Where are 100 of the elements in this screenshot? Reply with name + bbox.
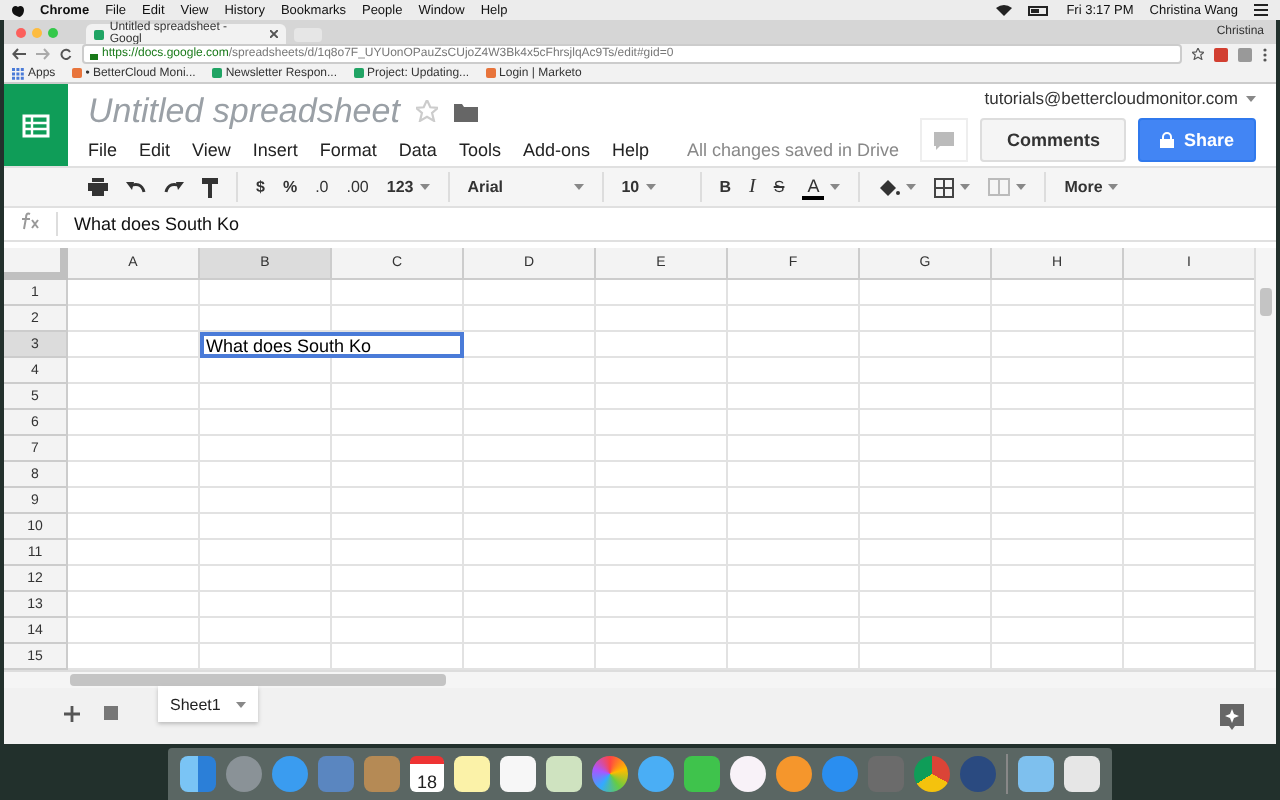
grid-cell[interactable] [332,410,464,436]
grid-cell[interactable] [596,488,728,514]
grid-cell[interactable] [596,306,728,332]
grid-cell[interactable] [332,592,464,618]
share-button[interactable]: Share [1137,118,1256,162]
menu-item[interactable]: View [192,139,231,159]
cell-editor[interactable]: What does South Ko [200,332,464,358]
wifi-icon[interactable] [996,4,1013,16]
close-icon[interactable] [270,30,278,38]
grid-cell[interactable] [728,462,860,488]
grid-cell[interactable] [68,540,200,566]
grid-cell[interactable] [464,592,596,618]
reload-icon[interactable] [60,48,72,60]
grid-cell[interactable] [992,462,1124,488]
grid-cell[interactable] [992,410,1124,436]
grid-cell[interactable] [200,488,332,514]
menu-item[interactable]: Edit [139,139,171,159]
borders-icon[interactable] [934,177,955,197]
grid-cell[interactable] [68,280,200,306]
grid-cell[interactable] [68,358,200,384]
grid-cell[interactable] [596,592,728,618]
grid-cell[interactable] [68,488,200,514]
grid-cell[interactable] [728,592,860,618]
grid-cell[interactable] [860,592,992,618]
grid-cell[interactable] [596,280,728,306]
grid-cell[interactable] [728,436,860,462]
number-format-dropdown[interactable]: 123 [386,178,430,196]
grid-cell[interactable] [68,306,200,332]
grid-cell[interactable] [860,306,992,332]
grid-cell[interactable] [68,384,200,410]
grid-cell[interactable] [992,592,1124,618]
grid-cell[interactable] [728,384,860,410]
grid-cell[interactable] [992,384,1124,410]
grid-cell[interactable] [860,618,992,644]
grid-cell[interactable] [992,358,1124,384]
grid-cell[interactable] [464,618,596,644]
font-dropdown[interactable]: Arial [467,178,584,196]
grid-cell[interactable] [992,332,1124,358]
grid-cell[interactable] [332,280,464,306]
grid-cell[interactable] [200,540,332,566]
grid-cell[interactable] [200,384,332,410]
forward-icon[interactable] [36,48,50,60]
select-all-corner[interactable] [4,248,68,280]
grid-cell[interactable] [332,358,464,384]
grid-cell[interactable] [332,488,464,514]
grid-cell[interactable] [332,566,464,592]
grid-cell[interactable] [728,540,860,566]
grid-cell[interactable] [464,384,596,410]
percent-format-button[interactable]: % [282,178,298,196]
grid-cell[interactable] [200,280,332,306]
currency-format-button[interactable]: $ [256,178,265,196]
grid-cell[interactable] [464,410,596,436]
grid-cell[interactable] [860,410,992,436]
undo-icon[interactable] [126,180,146,194]
battery-icon[interactable] [1028,5,1051,15]
grid-cell[interactable] [596,410,728,436]
grid-cell[interactable] [68,514,200,540]
grid-cell[interactable] [464,306,596,332]
grid-cell[interactable] [464,436,596,462]
grid-cell[interactable] [332,540,464,566]
grid-cell[interactable] [332,618,464,644]
grid-cell[interactable] [332,384,464,410]
account-email[interactable]: tutorials@bettercloudmonitor.com [984,88,1238,108]
grid-cell[interactable] [596,566,728,592]
grid-cell[interactable] [464,540,596,566]
grid-cell[interactable] [860,436,992,462]
grid-cell[interactable] [200,514,332,540]
menu-item[interactable]: Tools [458,139,501,159]
grid-cell[interactable] [728,306,860,332]
grid-cell[interactable] [992,566,1124,592]
grid-cell[interactable] [200,566,332,592]
grid-cell[interactable] [596,514,728,540]
new-tab-button[interactable] [294,28,322,42]
grid-cell[interactable] [992,488,1124,514]
menu-item[interactable]: Insert [252,139,298,159]
grid-cell[interactable] [992,540,1124,566]
grid-cell[interactable] [992,436,1124,462]
horizontal-scrollbar[interactable] [4,670,1276,688]
menu-icon[interactable] [1254,4,1268,16]
grid-cell[interactable] [332,514,464,540]
italic-button[interactable]: I [749,176,756,198]
grid-cell[interactable] [860,566,992,592]
grid-cell[interactable] [596,358,728,384]
grid-cell[interactable] [200,618,332,644]
grid-cell[interactable] [68,592,200,618]
grid-cell[interactable] [68,410,200,436]
grid-cell[interactable] [200,462,332,488]
increase-decimals-button[interactable]: .00 [346,178,369,196]
grid-cell[interactable] [728,618,860,644]
merge-cells-icon[interactable] [988,178,1011,196]
grid-cell[interactable] [68,436,200,462]
grid-cell[interactable] [992,618,1124,644]
grid-cell[interactable] [200,436,332,462]
maximize-icon[interactable] [48,27,58,37]
grid-cell[interactable] [728,280,860,306]
grid-cell[interactable] [332,436,464,462]
grid-cell[interactable] [332,462,464,488]
grid-cell[interactable] [464,332,596,358]
grid-cell[interactable] [464,280,596,306]
grid-cell[interactable] [464,358,596,384]
